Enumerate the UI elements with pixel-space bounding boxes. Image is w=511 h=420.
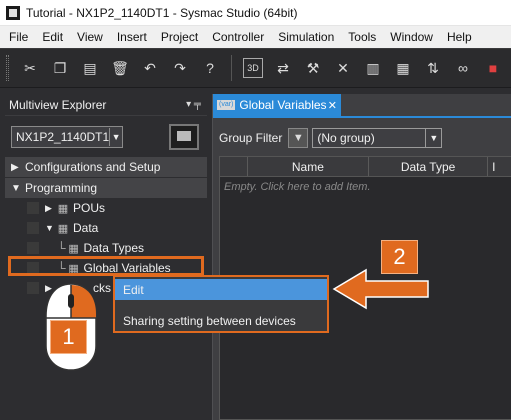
menu-help[interactable]: Help [440,26,479,48]
tab-global-variables[interactable]: (var) Global Variables ✕ [213,94,341,116]
expand-arrow-icon[interactable]: ▶ [45,203,57,214]
app-icon [6,5,20,20]
menu-window[interactable]: Window [383,26,440,48]
monitor-icon[interactable]: ▥ [363,58,383,78]
editor-pane: (var) Global Variables ✕ Group Filter ▼ … [212,94,511,420]
explorer-header: Multiview Explorer ▾ ╤ [5,94,207,116]
filter-icon[interactable]: ▼ [288,128,309,148]
item-checkbox[interactable] [27,202,39,214]
tree-item-label: POUs [73,201,106,215]
chevron-down-icon[interactable]: ▼ [109,128,122,146]
device-name: NX1P2_1140DT1 [16,130,110,144]
device-row: NX1P2_1140DT1 ▼ [5,120,207,154]
section-label: Programming [25,181,98,195]
item-checkbox[interactable] [27,282,39,294]
grid-header: Name Data Type I [220,157,511,177]
close-icon[interactable]: ✕ [328,99,337,112]
section-programming[interactable]: ▼ Programming [5,178,207,198]
redo-icon[interactable]: ↷ [170,58,190,78]
toolbar-separator [231,55,232,81]
group-filter-dropdown[interactable]: (No group) ▼ [312,128,443,148]
menu-simulation[interactable]: Simulation [271,26,341,48]
column-data-type[interactable]: Data Type [369,157,489,176]
io-icon[interactable]: ▦ [393,58,413,78]
paste-icon[interactable]: ▤ [80,58,100,78]
delete-icon[interactable]: 🗑 [110,58,130,78]
section-configurations[interactable]: ▶ Configurations and Setup [5,157,207,177]
chevron-down-icon[interactable]: ▼ [425,129,441,147]
menu-edit[interactable]: Edit [35,26,70,48]
tree-item-label: Data [73,221,99,235]
expand-arrow-icon[interactable]: ▶ [11,162,25,173]
pin-icon[interactable]: ▾ ╤ [186,99,201,110]
tab-strip [213,116,511,118]
toolbar: ✂ ❐ ▤ 🗑 ↶ ↷ ? 3D ⇄ ⚒ ✕ ▥ ▦ ⇅ ∞ ■ [0,48,511,88]
variable-tab-icon: (var) [217,100,236,110]
tab-label: Global Variables [239,98,327,112]
column-select [220,157,248,176]
item-checkbox[interactable] [27,242,39,254]
group-filter-value: (No group) [317,131,375,145]
sync-icon[interactable]: ⇄ [273,58,293,78]
section-label: Configurations and Setup [25,160,161,174]
menu-project[interactable]: Project [154,26,205,48]
controller-image-icon[interactable] [169,124,199,150]
toolbar-grip[interactable] [6,55,9,81]
binoculars-icon[interactable]: ∞ [453,58,473,78]
column-more[interactable]: I [488,157,511,176]
title-bar: Tutorial - NX1P2_1140DT1 - Sysmac Studio… [0,0,511,26]
menu-controller[interactable]: Controller [205,26,271,48]
copy-icon[interactable]: ❐ [50,58,70,78]
group-filter-label: Group Filter [219,131,283,145]
tree-item-data-types[interactable]: └ ▦ Data Types [5,238,207,258]
data-type-icon: ▦ [68,242,79,255]
build-icon[interactable]: ⚒ [303,58,323,78]
stop-icon[interactable]: ■ [483,58,503,78]
window-title: Tutorial - NX1P2_1140DT1 - Sysmac Studio… [26,5,298,20]
transfer-icon[interactable]: ⇅ [423,58,443,78]
cut-icon[interactable]: ✂ [20,58,40,78]
item-checkbox[interactable] [27,222,39,234]
folder-icon: ▦ [57,222,69,235]
help-icon[interactable]: ? [200,58,220,78]
context-menu: Edit Sharing setting between devices [113,275,329,333]
menu-file[interactable]: File [0,26,35,48]
column-name[interactable]: Name [248,157,369,176]
collapse-arrow-icon[interactable]: ▼ [45,223,57,233]
explorer-title: Multiview Explorer [9,97,107,112]
menu-bar: File Edit View Insert Project Controller… [0,26,511,48]
online-icon[interactable]: ✕ [333,58,353,78]
context-menu-sharing-setting[interactable]: Sharing setting between devices [115,310,327,331]
3d-icon[interactable]: 3D [243,58,263,78]
undo-icon[interactable]: ↶ [140,58,160,78]
highlight-global-variables [8,256,204,276]
collapse-arrow-icon[interactable]: ▼ [11,183,25,194]
context-menu-edit[interactable]: Edit [115,279,327,300]
menu-insert[interactable]: Insert [110,26,154,48]
folder-icon: ▦ [57,202,69,215]
menu-view[interactable]: View [70,26,110,48]
pointer-arrow-icon [332,268,429,310]
tree-item-data[interactable]: ▼ ▦ Data [5,218,207,238]
empty-hint[interactable]: Empty. Click here to add Item. [220,177,511,193]
callout-step-1: 1 [50,320,87,354]
tree-item-label: Data Types [83,241,144,255]
tree-connector: └ [57,241,66,255]
menu-tools[interactable]: Tools [341,26,383,48]
device-dropdown[interactable]: NX1P2_1140DT1 ▼ [11,126,123,148]
tree-item-pous[interactable]: ▶ ▦ POUs [5,198,207,218]
group-filter-bar: Group Filter ▼ (No group) ▼ [219,126,511,150]
